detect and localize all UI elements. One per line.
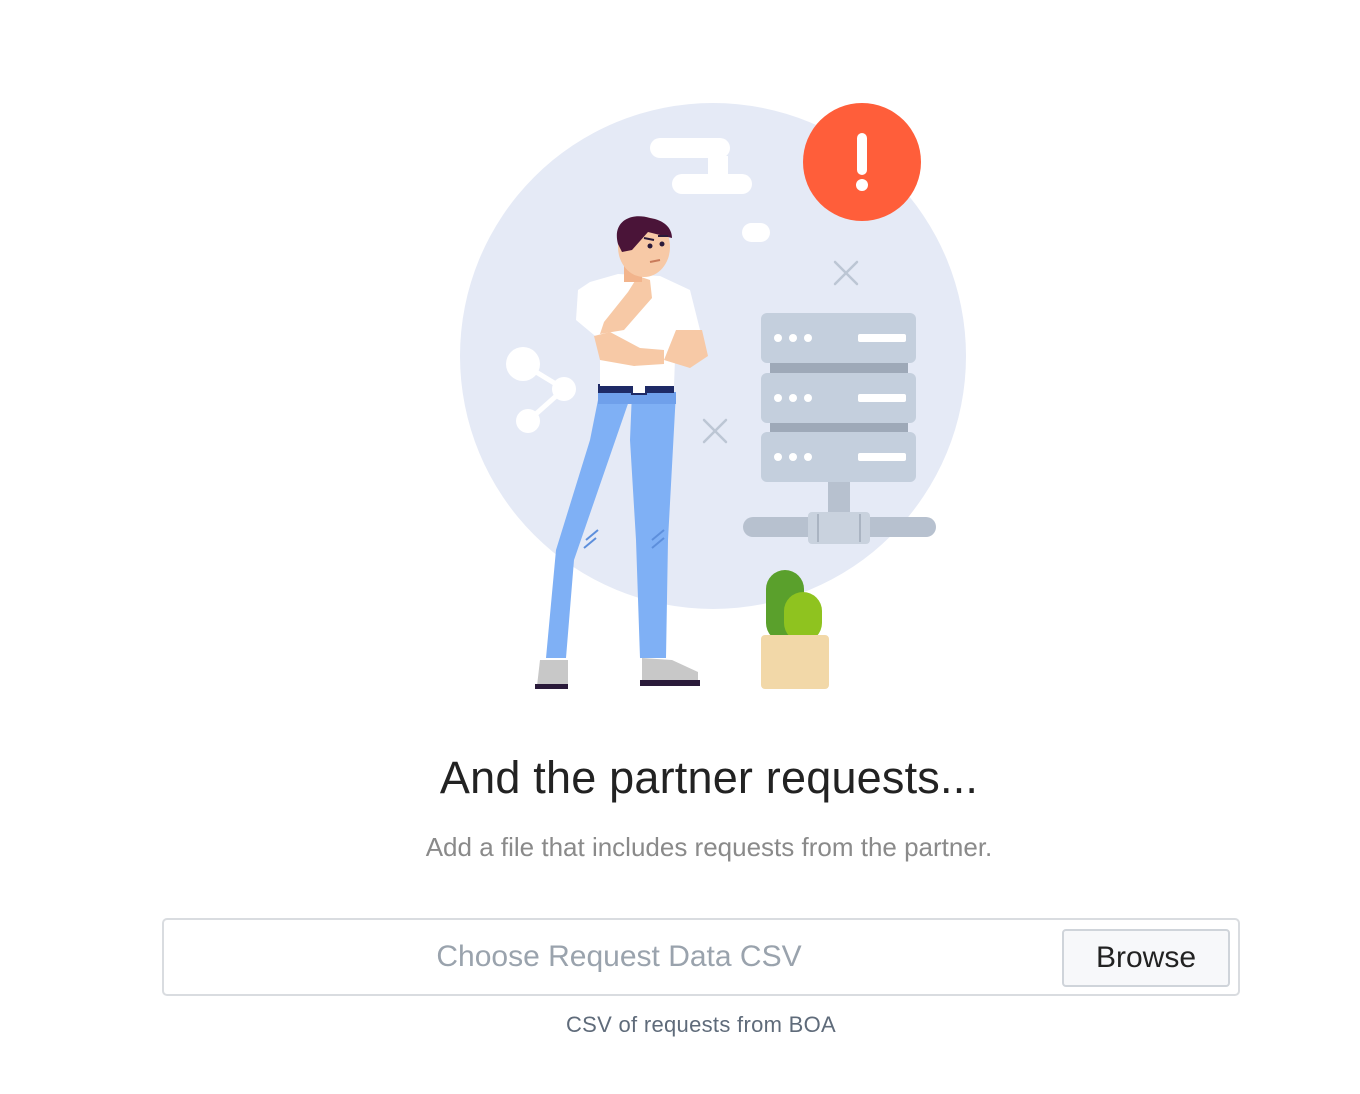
- empty-state-page: And the partner requests... Add a file t…: [0, 0, 1360, 1094]
- file-input-placeholder[interactable]: Choose Request Data CSV: [164, 920, 1064, 994]
- file-input-helper-text: CSV of requests from BOA: [565, 1012, 837, 1037]
- browse-button[interactable]: Browse: [1062, 929, 1230, 987]
- alert-icon: [803, 103, 921, 221]
- page-title: And the partner requests...: [439, 752, 979, 803]
- csv-file-input[interactable]: Choose Request Data CSV Browse: [162, 918, 1240, 996]
- empty-state-illustration: [460, 103, 966, 689]
- page-description: Add a file that includes requests from t…: [425, 832, 993, 862]
- cactus-plant: [761, 570, 829, 689]
